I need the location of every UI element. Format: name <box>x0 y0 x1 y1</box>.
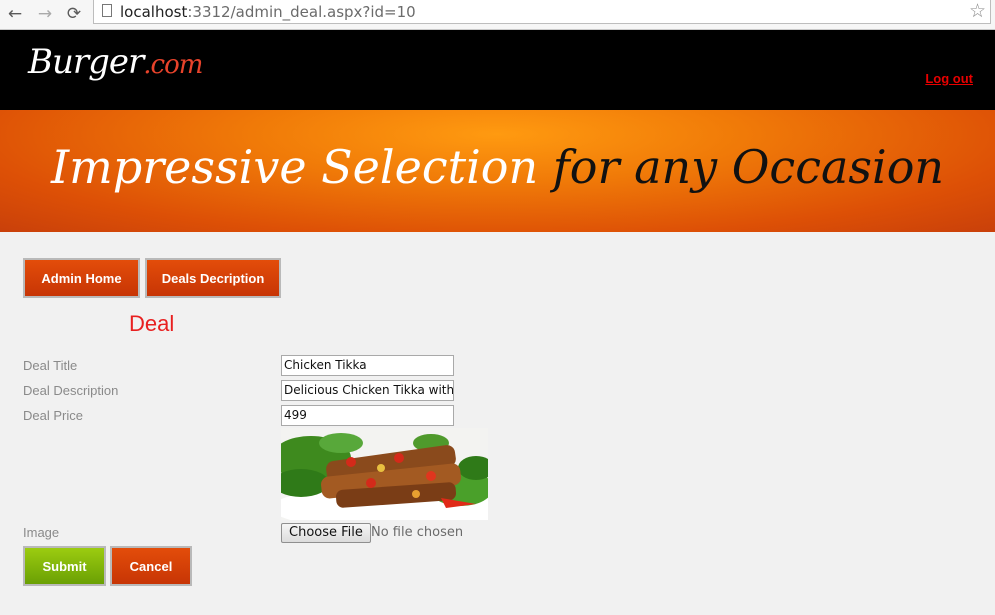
star-icon[interactable]: ☆ <box>969 0 986 22</box>
page-title: Deal <box>129 311 175 336</box>
choose-file-button[interactable]: Choose File <box>281 523 371 543</box>
site-logo[interactable]: Burger.com <box>28 42 203 82</box>
reload-icon[interactable]: ⟳ <box>63 3 85 25</box>
arrow-right-icon[interactable]: → <box>34 3 56 25</box>
submit-button[interactable]: Submit <box>23 546 106 586</box>
deal-image-preview <box>281 428 488 520</box>
browser-toolbar: ← → ⟳ localhost:3312/admin_deal.aspx?id=… <box>0 0 995 30</box>
logo-suffix-text: .com <box>143 50 203 80</box>
address-bar[interactable]: localhost:3312/admin_deal.aspx?id=10 ☆ <box>93 0 991 24</box>
banner-slogan: Impressive Selection for any Occasion <box>0 140 995 194</box>
banner-slogan-dark: for any Occasion <box>538 140 945 194</box>
deal-description-label: Deal Description <box>23 383 119 398</box>
deal-title-label: Deal Title <box>23 358 78 373</box>
logout-link[interactable]: Log out <box>925 71 973 86</box>
deal-price-input[interactable]: 499 <box>281 405 454 426</box>
url-path: :3312/admin_deal.aspx?id=10 <box>187 3 416 21</box>
cancel-button[interactable]: Cancel <box>110 546 192 586</box>
site-header: Burger.com Log out <box>0 30 995 110</box>
url-text: localhost:3312/admin_deal.aspx?id=10 <box>120 3 416 21</box>
admin-home-button[interactable]: Admin Home <box>23 258 140 298</box>
image-label: Image <box>23 525 60 540</box>
file-status-text: No file chosen <box>371 525 464 540</box>
deals-description-button[interactable]: Deals Decription <box>145 258 281 298</box>
page-icon <box>102 4 112 17</box>
arrow-left-icon[interactable]: ← <box>4 3 26 25</box>
deal-title-input[interactable]: Chicken Tikka <box>281 355 454 376</box>
logo-main-text: Burger <box>28 42 144 82</box>
banner-slogan-light: Impressive Selection <box>50 140 539 194</box>
deal-price-label: Deal Price <box>23 408 83 423</box>
hero-banner: Impressive Selection for any Occasion <box>0 110 995 232</box>
deal-description-input[interactable]: Delicious Chicken Tikka with <box>281 380 454 401</box>
url-host: localhost <box>120 3 188 21</box>
